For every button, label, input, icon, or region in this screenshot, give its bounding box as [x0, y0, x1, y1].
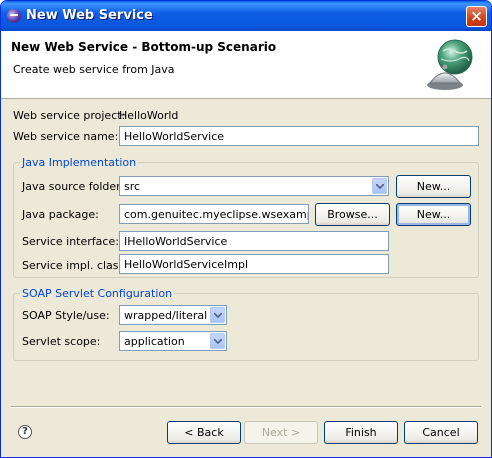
soap-servlet-group	[13, 293, 479, 361]
servlet-scope-value: application	[124, 335, 185, 348]
package-input[interactable]: com.genuitec.myeclipse.wsexample	[119, 204, 309, 224]
close-button[interactable]: ×	[466, 6, 487, 27]
service-interface-input[interactable]: IHelloWorldService	[119, 231, 389, 251]
source-folder-value: src	[124, 180, 141, 193]
wizard-title: New Web Service - Bottom-up Scenario	[11, 40, 277, 54]
close-icon: ×	[470, 7, 483, 25]
eclipse-icon	[7, 9, 21, 23]
soap-style-select[interactable]: wrapped/literal	[119, 305, 227, 325]
next-button[interactable]: Next >	[244, 421, 318, 444]
soap-servlet-group-title: SOAP Servlet Configuration	[20, 287, 175, 300]
chevron-down-icon[interactable]	[210, 333, 225, 349]
package-new-button[interactable]: New...	[396, 203, 471, 226]
footer-separator	[11, 406, 481, 408]
cancel-button[interactable]: Cancel	[404, 421, 478, 444]
project-value: HelloWorld	[119, 109, 179, 122]
servlet-scope-label: Servlet scope:	[22, 335, 101, 348]
service-impl-input[interactable]: HelloWorldServiceImpl	[119, 254, 389, 274]
new-web-service-dialog: New Web Service × New Web Service - Bott…	[0, 0, 492, 458]
package-browse-button[interactable]: Browse...	[315, 203, 390, 226]
help-icon[interactable]: ?	[18, 425, 32, 439]
project-label: Web service project:	[13, 109, 126, 122]
source-folder-select[interactable]: src	[119, 176, 389, 196]
package-label: Java package:	[22, 208, 99, 221]
soap-style-value: wrapped/literal	[124, 309, 208, 322]
chevron-down-icon[interactable]	[210, 307, 225, 323]
service-interface-label: Service interface:	[22, 235, 119, 248]
back-button[interactable]: < Back	[167, 421, 241, 444]
finish-button[interactable]: Finish	[324, 421, 398, 444]
title-bar[interactable]: New Web Service ×	[1, 1, 491, 31]
window-title: New Web Service	[26, 8, 153, 23]
service-impl-label: Service impl. class:	[22, 259, 128, 272]
source-folder-new-button[interactable]: New...	[396, 175, 471, 198]
wizard-banner: New Web Service - Bottom-up Scenario Cre…	[1, 31, 491, 99]
chevron-down-icon[interactable]	[372, 178, 387, 194]
servlet-scope-select[interactable]: application	[119, 331, 227, 351]
soap-style-label: SOAP Style/use:	[22, 309, 110, 322]
web-service-globe-icon	[427, 39, 473, 90]
source-folder-label: Java source folder:	[22, 180, 125, 193]
service-name-input[interactable]: HelloWorldService	[119, 126, 479, 146]
wizard-description: Create web service from Java	[13, 63, 175, 76]
java-implementation-group-title: Java Implementation	[20, 156, 139, 169]
service-name-label: Web service name:	[13, 130, 119, 143]
